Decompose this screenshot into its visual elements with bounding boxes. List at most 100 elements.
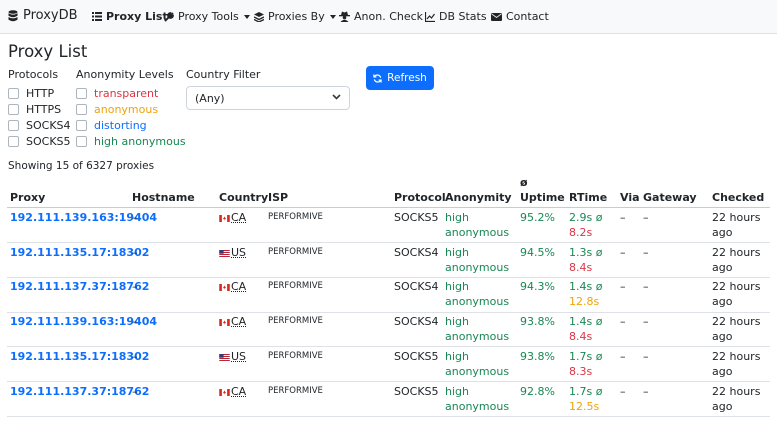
col-via-header[interactable]: Via <box>620 191 640 204</box>
anonymity-cell: high <box>445 245 469 259</box>
protocol-https-checkbox[interactable]: HTTPS <box>6 103 61 116</box>
country-code: US <box>231 349 247 363</box>
navbar: ProxyDB Proxy List Proxy Tools Proxies B… <box>0 0 777 34</box>
nav-proxies-by[interactable]: Proxies By <box>254 10 336 23</box>
checked-cell: ago <box>712 364 733 378</box>
anonymity-distorting-checkbox[interactable]: distorting <box>74 119 147 132</box>
isp-cell: PERFORMIVE <box>268 316 323 327</box>
col-isp-header[interactable]: ISP <box>268 191 288 204</box>
nav-proxy-tools[interactable]: Proxy Tools <box>164 10 250 23</box>
col-anonymity-header[interactable]: Anonymity <box>445 191 512 204</box>
col-hostname-header[interactable]: Hostname <box>132 191 195 204</box>
chevron-down-icon <box>329 14 336 19</box>
checkbox-box[interactable] <box>76 88 87 99</box>
checkbox-box[interactable] <box>76 136 87 147</box>
uptime-cell: 93.8% <box>520 349 555 363</box>
row-divider <box>7 381 770 382</box>
checked-cell: 22 hours <box>712 245 761 259</box>
proxy-link[interactable]: 192.111.137.37:18762 <box>10 279 149 294</box>
nav-proxy-list-label: Proxy List <box>106 10 168 23</box>
uptime-cell: 94.5% <box>520 245 555 259</box>
uptime-cell: 94.3% <box>520 280 555 294</box>
protocol-socks5-checkbox[interactable]: SOCKS5 <box>6 135 71 148</box>
row-divider <box>7 415 770 417</box>
checkbox-box[interactable] <box>76 104 87 115</box>
envelope-icon <box>491 12 502 21</box>
checked-cell: 22 hours <box>712 211 761 224</box>
checkbox-box[interactable] <box>8 88 19 99</box>
col-gateway-header[interactable]: Gateway <box>643 191 697 204</box>
gateway-cell: – <box>643 384 649 398</box>
gateway-cell: – <box>643 315 649 329</box>
brand[interactable]: ProxyDB <box>8 8 78 23</box>
anonymity-label: transparent <box>94 87 159 100</box>
nav-anon-check[interactable]: Anon. Check <box>339 10 423 23</box>
protocol-label: HTTP <box>26 87 55 100</box>
col-checked-header[interactable]: Checked <box>712 191 764 204</box>
col-country-header[interactable]: Country <box>219 191 268 204</box>
protocol-cell: SOCKS4 <box>394 280 439 294</box>
anonymity-label: high anonymous <box>94 135 186 148</box>
uptime-cell: 93.8% <box>520 315 555 329</box>
proxy-link[interactable]: 192.111.135.17:18302 <box>10 245 149 260</box>
via-cell: – <box>620 280 626 294</box>
country-code: CA <box>231 315 247 329</box>
table-header-divider <box>7 207 770 208</box>
col-protocol-header[interactable]: Protocol <box>394 191 446 204</box>
via-cell: – <box>620 384 626 398</box>
nav-db-stats[interactable]: DB Stats <box>425 10 487 23</box>
protocol-socks4-checkbox[interactable]: SOCKS4 <box>6 119 71 132</box>
hostname-cell: – <box>132 280 138 294</box>
anonymity-cell: high <box>445 280 469 294</box>
checkbox-box[interactable] <box>8 104 19 115</box>
col-rtime-header[interactable]: RTime <box>569 191 607 204</box>
anonymity-transparent-checkbox[interactable]: transparent <box>74 87 158 100</box>
anonymity-high-anonymous-checkbox[interactable]: high anonymous <box>74 135 186 148</box>
anonymity-cell: high <box>445 384 469 398</box>
proxy-link[interactable]: 192.111.137.37:18762 <box>10 384 149 399</box>
protocol-cell: SOCKS4 <box>394 315 439 329</box>
proxy-link[interactable]: 192.111.135.17:18302 <box>10 349 149 364</box>
chevron-down-icon <box>243 14 250 19</box>
isp-cell: PERFORMIVE <box>268 350 323 361</box>
protocol-cell: SOCKS4 <box>394 245 439 259</box>
rtime-avg-cell: 8.3s <box>569 364 593 378</box>
layers-icon <box>254 11 264 22</box>
checkbox-box[interactable] <box>8 136 19 147</box>
gateway-cell: – <box>643 245 649 259</box>
anonymity-anonymous-checkbox[interactable]: anonymous <box>74 103 158 116</box>
chevron-down-icon <box>332 94 341 100</box>
country-cell: CA <box>219 210 246 225</box>
gateway-cell: – <box>643 280 649 294</box>
checkbox-box[interactable] <box>76 120 87 131</box>
anonymity-cell: anonymous <box>445 399 510 413</box>
nav-contact[interactable]: Contact <box>491 10 549 23</box>
rtime-cell: 1.4s ø <box>569 315 603 329</box>
protocol-http-checkbox[interactable]: HTTP <box>6 87 54 100</box>
spy-icon <box>339 11 350 22</box>
rtime-avg-cell: 8.2s <box>569 226 593 239</box>
checkbox-box[interactable] <box>8 120 19 131</box>
uptime-cell: 92.8% <box>520 384 555 398</box>
gateway-cell: – <box>643 349 649 363</box>
country-code: CA <box>231 280 247 294</box>
col-uptime-header[interactable]: Uptime <box>520 191 565 204</box>
refresh-button[interactable]: Refresh <box>366 66 434 90</box>
nav-proxy-tools-label: Proxy Tools <box>178 10 239 23</box>
country-cell: CA <box>219 384 246 399</box>
anonymity-cell: anonymous <box>445 295 510 309</box>
anonymity-cell: anonymous <box>445 260 510 274</box>
isp-cell: PERFORMIVE <box>268 281 323 292</box>
checked-cell: ago <box>712 330 733 344</box>
col-proxy-header[interactable]: Proxy <box>10 191 45 204</box>
country-cell: US <box>219 349 246 364</box>
row-divider <box>7 242 770 244</box>
rtime-cell: 2.9s ø <box>569 211 603 224</box>
checked-cell: 22 hours <box>712 315 761 329</box>
checked-cell: ago <box>712 260 733 274</box>
brand-label: ProxyDB <box>23 8 78 23</box>
checked-cell: ago <box>712 399 733 413</box>
country-select[interactable]: (Any) <box>186 86 350 110</box>
nav-proxy-list[interactable]: Proxy List <box>92 10 168 23</box>
database-icon <box>8 9 18 21</box>
